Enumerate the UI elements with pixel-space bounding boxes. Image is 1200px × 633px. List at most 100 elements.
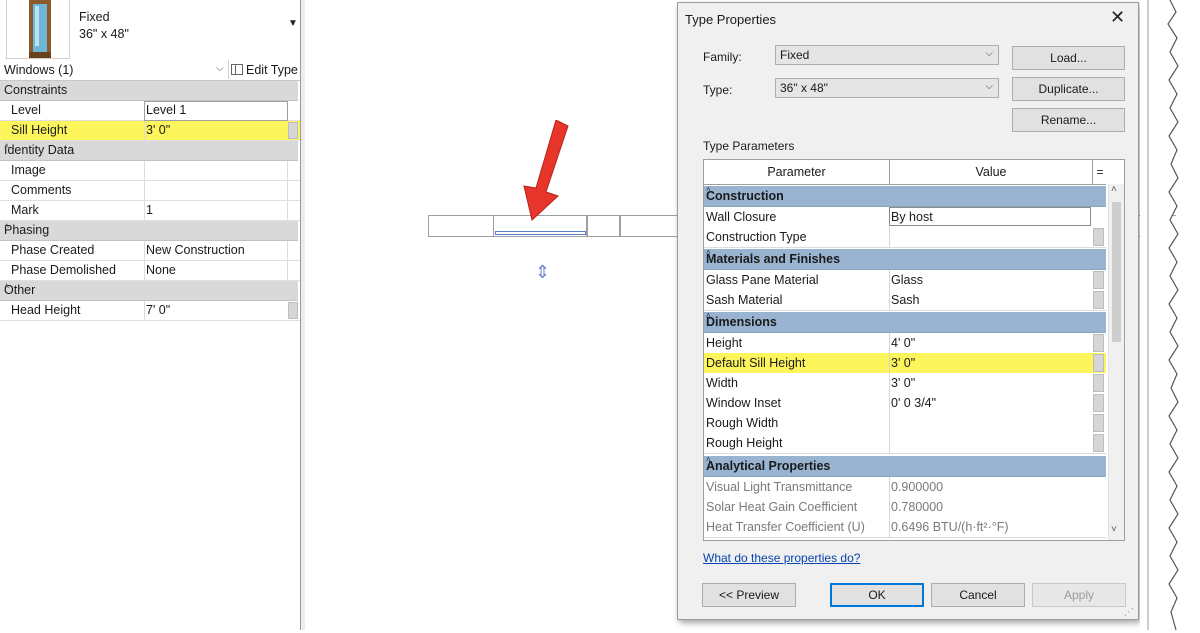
group-other[interactable]: Other ˄ (0, 281, 298, 301)
param-row-width[interactable]: Width 3' 0" (704, 373, 1106, 394)
close-icon[interactable]: ✕ (1110, 7, 1125, 28)
property-row-phase-created[interactable]: Phase Created New Construction (0, 241, 300, 261)
flip-arrows-icon[interactable]: ⇕ (535, 262, 550, 283)
scroll-up-icon[interactable]: ˄ (1111, 184, 1117, 195)
row-button[interactable] (1093, 354, 1104, 372)
panel-splitter[interactable] (301, 0, 305, 630)
param-value[interactable]: By host (891, 210, 933, 224)
wall-segment[interactable] (586, 215, 620, 237)
param-row-height[interactable]: Height 4' 0" (704, 333, 1106, 354)
property-name: Sill Height (11, 123, 68, 137)
edit-type-button[interactable]: Edit Type (231, 63, 298, 77)
param-name: Construction Type (706, 230, 807, 244)
property-value[interactable]: New Construction (146, 243, 245, 257)
chevron-down-icon: ⌵ (985, 81, 993, 92)
collapse-icon[interactable]: ˄ (4, 221, 294, 231)
collapse-icon[interactable]: ˄ (4, 141, 294, 151)
property-value[interactable]: 7' 0" (146, 303, 170, 317)
row-button[interactable] (1093, 291, 1104, 309)
type-dropdown[interactable]: 36" x 48" ⌵ (775, 78, 999, 98)
scroll-down-icon[interactable]: ˅ (1111, 524, 1117, 535)
param-value[interactable]: 3' 0" (891, 356, 915, 370)
preview-button[interactable]: << Preview (702, 583, 796, 607)
type-properties-dialog: Type Properties ✕ Family: Fixed ⌵ Type: 3… (677, 2, 1139, 620)
param-row-glass-pane-material[interactable]: Glass Pane Material Glass (704, 270, 1106, 291)
param-value[interactable]: Sash (891, 293, 920, 307)
param-value[interactable]: 0' 0 3/4" (891, 396, 936, 410)
row-button[interactable] (1093, 228, 1104, 246)
resize-grip-icon[interactable]: ⋰ (1124, 607, 1134, 618)
property-row-mark[interactable]: Mark 1 (0, 201, 300, 221)
group-materials-finishes[interactable]: Materials and Finishes ˄ (704, 248, 1106, 270)
param-row-construction-type[interactable]: Construction Type (704, 227, 1106, 248)
param-row-heat-transfer-coefficient[interactable]: Heat Transfer Coefficient (U) 0.6496 BTU… (704, 517, 1106, 538)
param-name: Heat Transfer Coefficient (U) (706, 520, 865, 534)
help-link[interactable]: What do these properties do? (703, 551, 860, 565)
instance-filter-dropdown[interactable]: Windows (1) ⌵ (0, 60, 229, 79)
param-row-wall-closure[interactable]: Wall Closure By host (704, 207, 1106, 228)
property-row-head-height[interactable]: Head Height 7' 0" (0, 301, 300, 321)
column-header-value[interactable]: Value (890, 160, 1093, 184)
grid-scrollbar[interactable]: ˄ ˅ (1108, 184, 1124, 540)
property-value[interactable]: None (146, 263, 176, 277)
param-row-window-inset[interactable]: Window Inset 0' 0 3/4" (704, 393, 1106, 414)
group-analytical-properties[interactable]: Analytical Properties ˄ (704, 455, 1106, 477)
property-row-image[interactable]: Image (0, 161, 300, 181)
property-value[interactable]: 3' 0" (146, 123, 170, 137)
red-arrow-annotation-icon (510, 119, 580, 228)
param-value[interactable]: Glass (891, 273, 923, 287)
param-name: Sash Material (706, 293, 783, 307)
family-dropdown[interactable]: Fixed ⌵ (775, 45, 999, 65)
group-phasing[interactable]: Phasing ˄ (0, 221, 298, 241)
property-row-sill-height[interactable]: Sill Height 3' 0" (0, 121, 300, 141)
property-value[interactable]: 1 (146, 203, 153, 217)
selected-window[interactable] (495, 231, 586, 235)
property-row-comments[interactable]: Comments (0, 181, 300, 201)
window-opening[interactable] (620, 215, 680, 237)
row-button[interactable] (1093, 271, 1104, 289)
rename-button[interactable]: Rename... (1012, 108, 1125, 132)
duplicate-button[interactable]: Duplicate... (1012, 77, 1125, 101)
property-row-phase-demolished[interactable]: Phase Demolished None (0, 261, 300, 281)
param-row-solar-heat-gain[interactable]: Solar Heat Gain Coefficient 0.780000 (704, 497, 1106, 518)
row-button[interactable] (1093, 434, 1104, 452)
property-name: Mark (11, 203, 39, 217)
param-row-rough-width[interactable]: Rough Width (704, 413, 1106, 434)
param-row-default-sill-height[interactable]: Default Sill Height 3' 0" (704, 353, 1106, 374)
load-button[interactable]: Load... (1012, 46, 1125, 70)
row-button[interactable] (1093, 374, 1104, 392)
chevron-down-icon: ⌵ (985, 48, 993, 59)
chevron-down-icon: ⌵ (216, 63, 224, 74)
group-dimensions[interactable]: Dimensions ˄ (704, 311, 1106, 333)
instance-filter-label: Windows (1) (4, 63, 74, 77)
type-dropdown-arrow-icon[interactable]: ▼ (288, 18, 298, 29)
group-constraints[interactable]: Constraints (0, 81, 298, 101)
property-row-level[interactable]: Level Level 1 (0, 101, 300, 121)
row-button[interactable] (1093, 414, 1104, 432)
collapse-icon[interactable]: ˄ (706, 455, 1102, 464)
param-value[interactable]: 4' 0" (891, 336, 915, 350)
collapse-icon[interactable]: ˄ (706, 185, 1102, 194)
param-row-visual-light-transmittance[interactable]: Visual Light Transmittance 0.900000 (704, 477, 1106, 498)
collapse-icon[interactable]: ˄ (706, 311, 1102, 320)
row-button[interactable] (288, 302, 298, 319)
cancel-button[interactable]: Cancel (931, 583, 1025, 607)
collapse-icon[interactable]: ˄ (4, 281, 294, 291)
param-name: Wall Closure (706, 210, 777, 224)
row-button[interactable] (288, 122, 298, 139)
group-identity-data[interactable]: Identity Data ˄ (0, 141, 298, 161)
param-row-sash-material[interactable]: Sash Material Sash (704, 290, 1106, 311)
type-family-label: Fixed (79, 10, 110, 24)
row-button[interactable] (1093, 334, 1104, 352)
param-value[interactable]: 3' 0" (891, 376, 915, 390)
column-header-formula[interactable]: = (1094, 160, 1106, 184)
param-name: Default Sill Height (706, 356, 806, 370)
group-construction[interactable]: Construction ˄ (704, 185, 1106, 207)
param-row-rough-height[interactable]: Rough Height (704, 433, 1106, 454)
ok-button[interactable]: OK (830, 583, 924, 607)
type-selector[interactable]: Fixed 36" x 48" ▼ (0, 0, 300, 61)
row-button[interactable] (1093, 394, 1104, 412)
collapse-icon[interactable]: ˄ (706, 248, 1102, 257)
scrollbar-thumb[interactable] (1112, 202, 1121, 342)
column-header-parameter[interactable]: Parameter (704, 160, 890, 184)
